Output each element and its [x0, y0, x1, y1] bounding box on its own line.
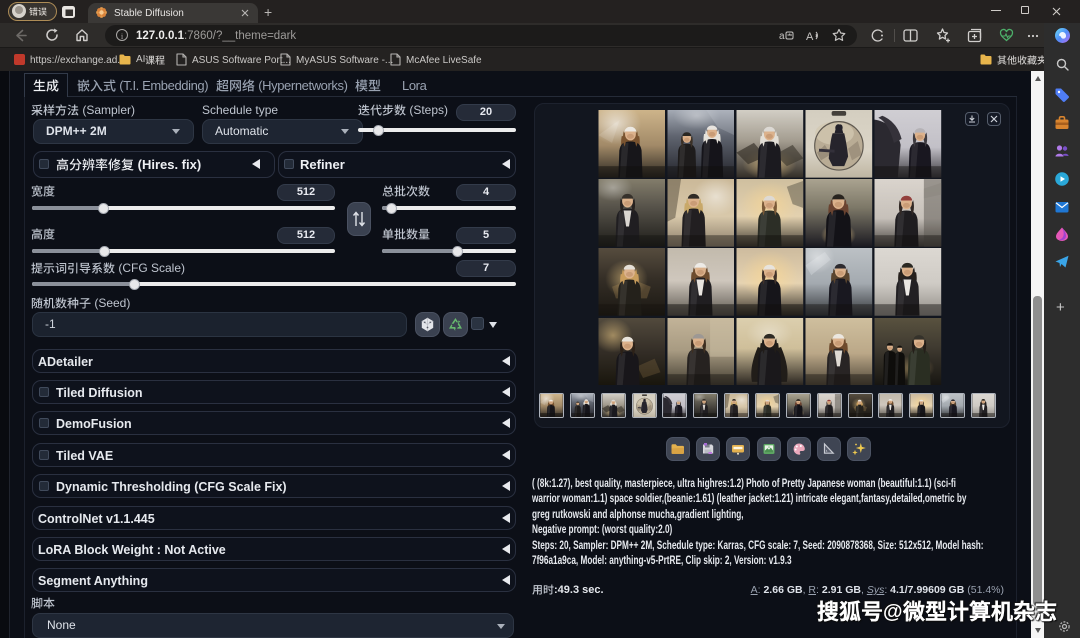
svg-text:A: A: [806, 31, 814, 43]
svg-text:a: a: [779, 31, 785, 42]
